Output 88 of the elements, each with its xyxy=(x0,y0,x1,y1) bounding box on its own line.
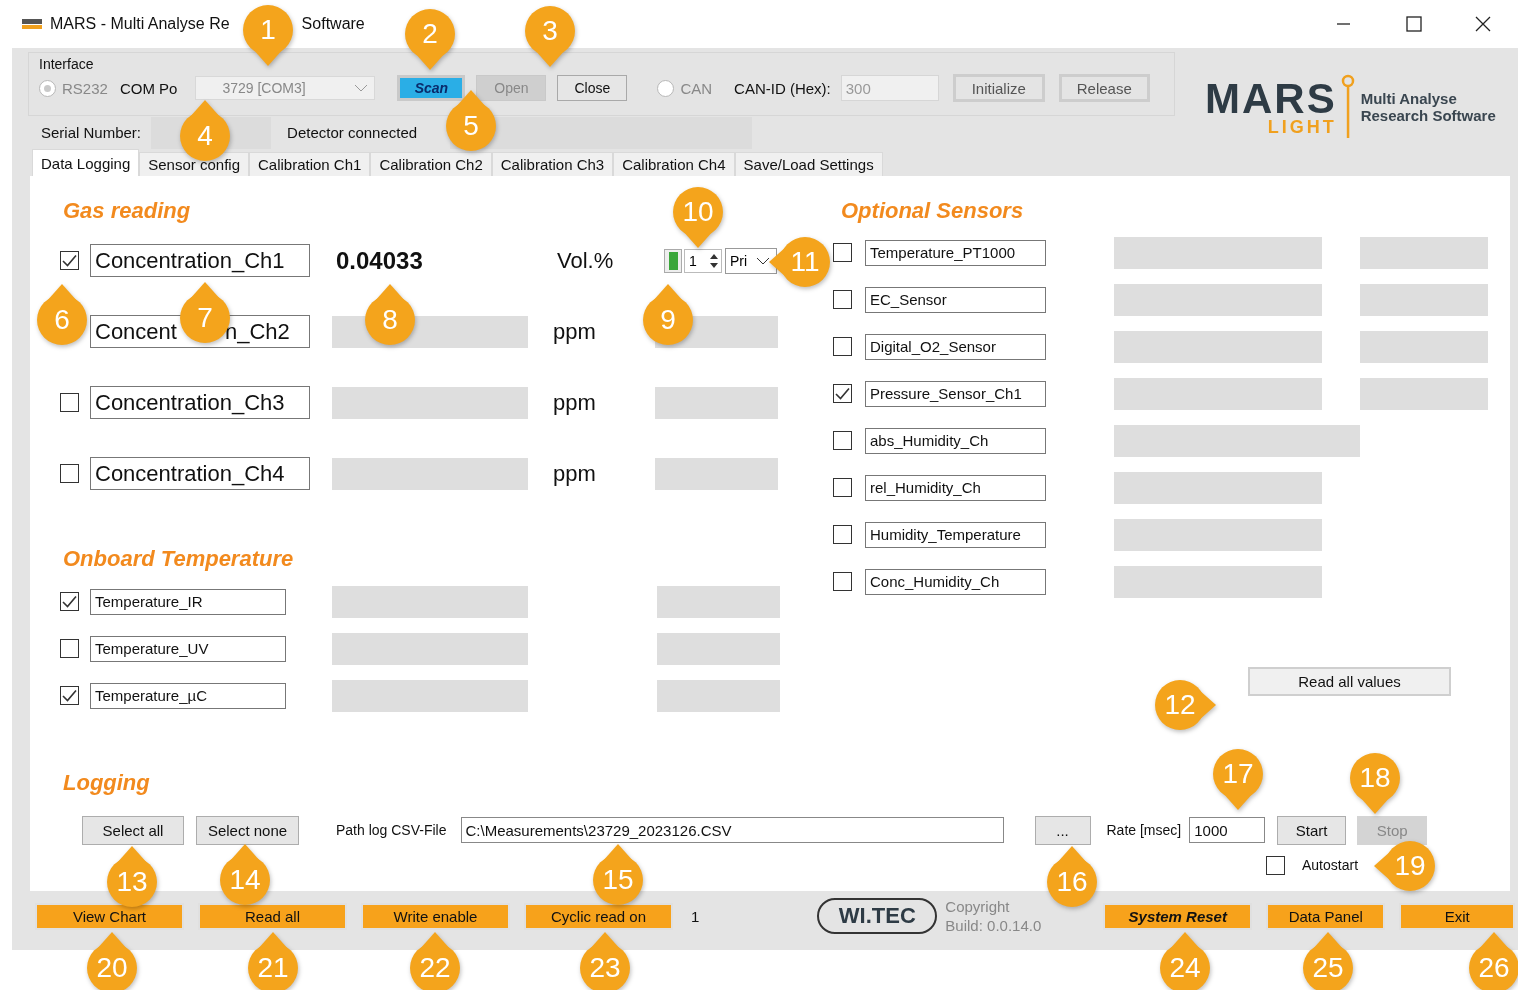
window-title: MARS - Multi Analyse Re xyxy=(50,15,230,33)
checkbox[interactable] xyxy=(833,431,852,450)
select-none-button[interactable]: Select none xyxy=(196,815,299,845)
toolbar-button[interactable]: Release xyxy=(1058,74,1150,102)
path-field[interactable]: C:\Measurements\23729_2023126.CSV xyxy=(460,817,1004,843)
toolbar-button[interactable]: Close xyxy=(557,75,628,101)
channel-name-field[interactable]: Concentration_Ch4 xyxy=(90,457,310,490)
toolbar-button[interactable]: Initialize xyxy=(952,74,1045,102)
action-button[interactable]: Write enable xyxy=(361,902,510,930)
checkbox[interactable] xyxy=(833,384,852,403)
logo-subtitle: LIGHT xyxy=(1267,118,1337,136)
unit-label: Vol.% xyxy=(557,247,615,274)
section-heading: Onboard Temperature xyxy=(63,546,294,573)
checkbox[interactable] xyxy=(833,525,852,544)
action-button[interactable]: Read all xyxy=(198,902,347,930)
unit-label: ppm xyxy=(553,318,597,345)
reading-value: 0.04033 xyxy=(336,246,424,275)
action-button[interactable]: System Reset xyxy=(1103,902,1253,930)
sensor-name-field[interactable]: Digital_O2_Sensor xyxy=(865,333,1046,360)
logo-wordmark: MARS xyxy=(1205,80,1337,118)
browse-button[interactable]: ... xyxy=(1034,815,1091,845)
field-label: Rate [msec] xyxy=(1106,822,1182,838)
sensor-name-field[interactable]: EC_Sensor xyxy=(865,286,1046,313)
window-title: Software xyxy=(301,15,365,33)
sensor-name-field[interactable]: Conc_Humidity_Ch xyxy=(865,568,1046,595)
spin-box[interactable]: 1 xyxy=(684,248,722,273)
tab[interactable]: Save/Load Settings xyxy=(734,152,883,176)
read-all-values-button[interactable]: Read all values xyxy=(1248,667,1451,696)
tab[interactable]: Calibration Ch1 xyxy=(249,152,371,176)
tab[interactable]: Calibration Ch2 xyxy=(370,152,492,176)
build-label: Build: 0.0.14.0 xyxy=(945,916,1042,935)
copyright-label: Copyright xyxy=(945,897,1011,916)
rate-field[interactable]: 1000 xyxy=(1189,817,1266,843)
field-label: Path log CSV-File xyxy=(336,822,447,838)
section-heading: Optional Sensors xyxy=(841,198,1024,225)
unit-label: ppm xyxy=(553,389,597,416)
sensor-name-field[interactable]: abs_Humidity_Ch xyxy=(865,427,1046,454)
section-heading: Logging xyxy=(63,770,150,797)
field-label: Serial Number: xyxy=(41,124,142,141)
tab[interactable]: Data Logging xyxy=(32,149,140,176)
action-button[interactable]: Cyclic read on xyxy=(524,902,673,930)
sensor-name-field[interactable]: Humidity_Temperature xyxy=(865,521,1046,548)
checkbox[interactable] xyxy=(1266,855,1285,875)
checkbox[interactable] xyxy=(60,393,79,412)
sensor-name-field[interactable]: Temperature_UV xyxy=(90,635,286,662)
radio-label: RS232 xyxy=(62,79,108,97)
logo-tagline: Multi Analyse xyxy=(1360,90,1458,107)
field-label: CAN-ID (Hex): xyxy=(734,79,831,97)
sensor-name-field[interactable]: rel_Humidity_Ch xyxy=(865,474,1046,501)
channel-name-field[interactable]: Concentration_Ch3 xyxy=(90,386,310,419)
checkbox[interactable] xyxy=(833,337,852,356)
radio-label: CAN xyxy=(680,79,713,97)
company-logo: WI.TEC xyxy=(817,898,938,934)
sensor-name-field[interactable]: Temperature_µC xyxy=(90,682,286,709)
sensor-name-field[interactable]: Temperature_PT1000 xyxy=(865,239,1046,266)
caret-icon xyxy=(354,83,369,93)
checkbox[interactable] xyxy=(60,686,79,705)
logo-tagline: Research Software xyxy=(1360,107,1496,124)
tab[interactable]: Calibration Ch4 xyxy=(613,152,735,176)
section-heading: Gas reading xyxy=(63,198,191,225)
checkbox[interactable] xyxy=(60,251,79,270)
sensor-name-field[interactable]: Temperature_IR xyxy=(90,588,286,615)
checkbox[interactable] xyxy=(833,572,852,591)
field-label: COM Po xyxy=(119,79,178,97)
counter-label: 1 xyxy=(691,907,700,925)
sensor-name-field[interactable]: Pressure_Sensor_Ch1 xyxy=(865,380,1046,407)
channel-name-field[interactable]: Concentration_Ch1 xyxy=(90,244,310,277)
pin-icon xyxy=(1340,74,1355,138)
select-all-button[interactable]: Select all xyxy=(82,815,184,845)
start-button[interactable]: Start xyxy=(1277,815,1347,845)
checkbox[interactable] xyxy=(833,243,852,262)
checkbox[interactable] xyxy=(60,592,79,611)
action-button[interactable]: Data Panel xyxy=(1266,902,1386,930)
group-label: Interface xyxy=(39,56,94,72)
toolbar-button[interactable]: Scan xyxy=(397,75,466,101)
app-icon xyxy=(22,18,42,30)
tab[interactable]: Calibration Ch3 xyxy=(491,152,614,176)
tab[interactable]: Sensor config xyxy=(139,152,249,176)
action-button[interactable]: View Chart xyxy=(35,902,184,930)
checkbox[interactable] xyxy=(833,478,852,497)
checkbox[interactable] xyxy=(833,290,852,309)
checkbox[interactable] xyxy=(60,464,79,483)
checkbox-label: Autostart xyxy=(1302,857,1359,873)
field-label: Detector connected xyxy=(287,124,418,141)
checkbox[interactable] xyxy=(60,639,79,658)
unit-label: ppm xyxy=(553,460,597,487)
caret-icon xyxy=(756,255,770,266)
action-button[interactable]: Exit xyxy=(1399,902,1516,930)
